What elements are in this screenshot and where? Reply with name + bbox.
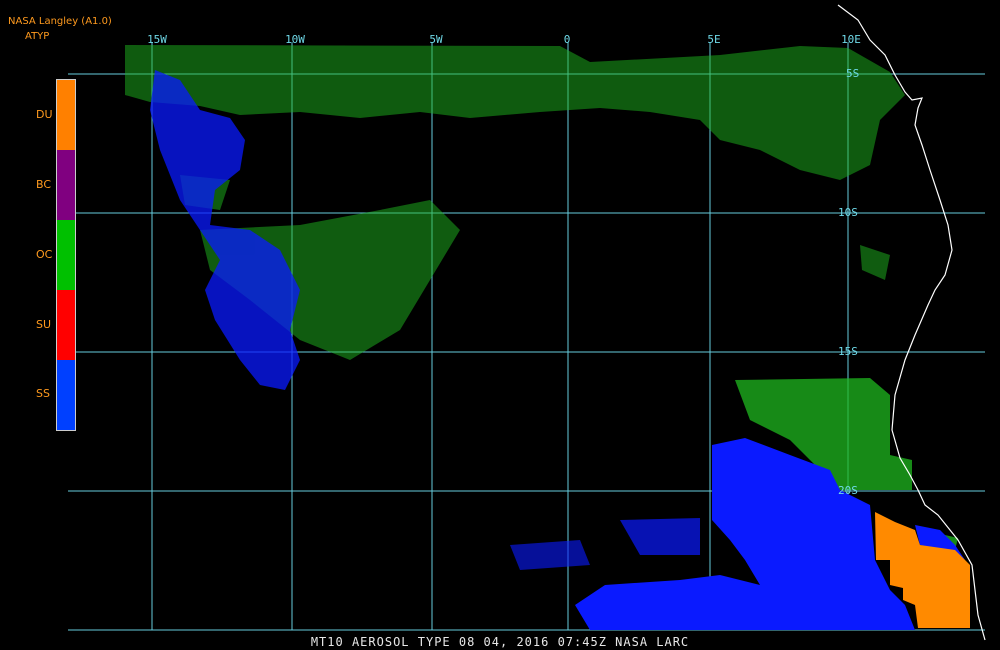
lat-label-10s: 10S: [838, 206, 858, 219]
legend-label-ss: SS: [36, 387, 50, 400]
legend-swatch-oc: [57, 220, 75, 290]
lat-label-15s: 15S: [838, 345, 858, 358]
footer-caption: MT10 AEROSOL TYPE 08 04, 2016 07:45Z NAS…: [310, 635, 690, 649]
aerosol-map: [68, 4, 986, 641]
source-label: NASA Langley (A1.0): [8, 16, 112, 27]
lon-label-10w: 10W: [285, 33, 305, 46]
oc-plume-north: [125, 45, 905, 180]
product-label: ATYP: [25, 31, 50, 42]
legend-label-du: DU: [36, 108, 53, 121]
legend-swatch-ss: [57, 360, 75, 430]
lat-label-20s: 20S: [838, 484, 858, 497]
legend-label-oc: OC: [36, 248, 53, 261]
legend-swatch-du: [57, 80, 75, 150]
lon-label-10e: 10E: [841, 33, 861, 46]
legend-label-bc: BC: [36, 178, 52, 191]
lat-label-5s: 5S: [846, 67, 860, 80]
lon-label-15w: 15W: [147, 33, 167, 46]
legend-swatch-bc: [57, 150, 75, 220]
legend-swatch-su: [57, 290, 75, 360]
lon-label-5e: 5E: [707, 33, 721, 46]
lon-label-0: 0: [563, 33, 571, 46]
legend-label-su: SU: [36, 318, 52, 331]
lon-label-5w: 5W: [429, 33, 443, 46]
legend-bar: [56, 79, 76, 431]
